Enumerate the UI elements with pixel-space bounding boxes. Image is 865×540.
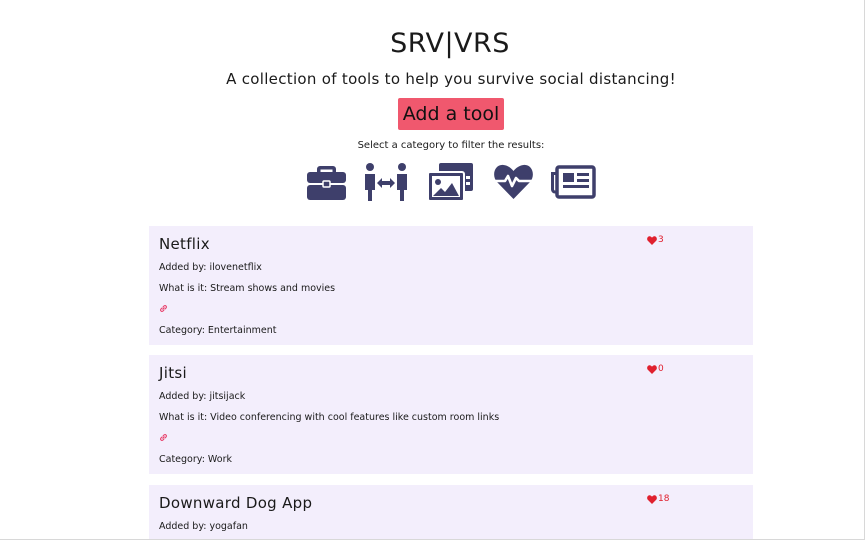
briefcase-icon[interactable] <box>306 162 347 202</box>
photo-gallery-icon[interactable] <box>427 162 475 202</box>
people-distance-icon[interactable] <box>364 162 408 202</box>
tool-category: Category: Work <box>159 454 232 465</box>
tool-added-by: Added by: ilovenetflix <box>159 262 262 273</box>
filter-hint: Select a category to filter the results: <box>357 140 545 151</box>
newspaper-icon[interactable] <box>551 162 596 202</box>
heart-icon <box>647 494 657 504</box>
tool-added-by: Added by: jitsijack <box>159 391 246 402</box>
page: SRV|VRS A collection of tools to help yo… <box>0 0 865 540</box>
page-subtitle: A collection of tools to help you surviv… <box>226 70 676 88</box>
tool-description: What is it: Video conferencing with cool… <box>159 412 500 423</box>
heartbeat-icon[interactable] <box>493 162 534 202</box>
link-icon[interactable] <box>159 304 168 313</box>
add-tool-button[interactable]: Add a tool <box>398 98 504 130</box>
tool-name: Jitsi <box>159 364 187 382</box>
like-button[interactable]: 0 <box>647 364 664 374</box>
like-count: 18 <box>658 494 670 504</box>
tool-name: Netflix <box>159 235 210 253</box>
heart-icon <box>647 235 657 245</box>
tool-name: Downward Dog App <box>159 494 313 512</box>
like-count: 0 <box>658 364 664 374</box>
tool-description: What is it: Stream shows and movies <box>159 283 336 294</box>
like-button[interactable]: 18 <box>647 494 669 504</box>
like-button[interactable]: 3 <box>647 235 664 245</box>
like-count: 3 <box>658 235 664 245</box>
tool-category: Category: Entertainment <box>159 325 277 336</box>
heart-icon <box>647 364 657 374</box>
tool-card: Netflix 3 Added by: ilovenetflix What is… <box>149 226 753 345</box>
tool-added-by: Added by: yogafan <box>159 521 248 532</box>
page-title: SRV|VRS <box>390 28 510 59</box>
link-icon[interactable] <box>159 433 168 442</box>
tool-card: Downward Dog App 18 Added by: yogafan <box>149 485 753 539</box>
category-filter <box>0 162 864 204</box>
tool-card: Jitsi 0 Added by: jitsijack What is it: … <box>149 355 753 474</box>
